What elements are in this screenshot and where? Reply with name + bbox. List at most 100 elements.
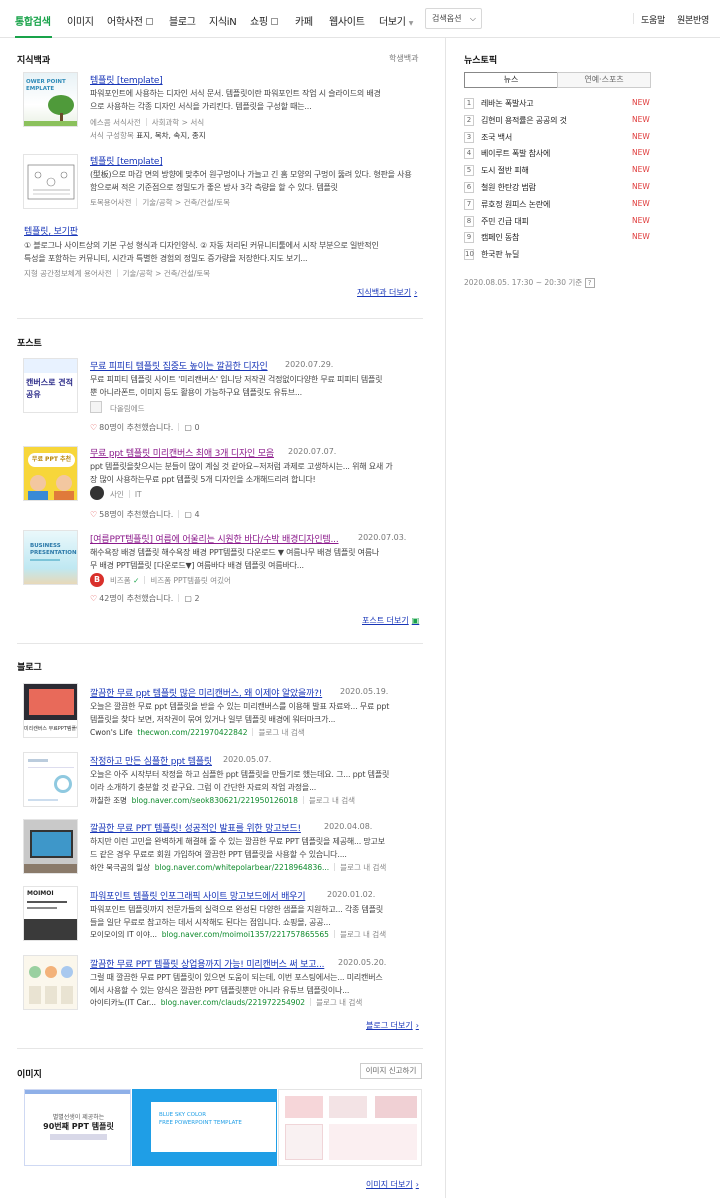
blog-thumbnail[interactable] bbox=[23, 955, 78, 1010]
blog-title-link[interactable]: 깔끔한 무료 PPT 템플릿! 성공적인 발표를 위한 망고보드! bbox=[90, 821, 301, 834]
tab-website[interactable]: 웹사이트 bbox=[329, 13, 365, 28]
blog-more-link[interactable]: 블로그 더보기 › bbox=[366, 1020, 419, 1031]
author-name[interactable]: 사인 bbox=[110, 490, 124, 499]
tab-entertainment-sports[interactable]: 연예·스포츠 bbox=[557, 72, 651, 88]
blog-thumbnail[interactable]: MOIMOI bbox=[23, 886, 78, 941]
tab-label: 카페 bbox=[295, 17, 313, 28]
blog-url[interactable]: blog.naver.com/seok830621/221950126018 bbox=[132, 796, 298, 805]
blog-name[interactable]: 하얀 북극곰의 일상 bbox=[90, 863, 150, 872]
post-title-link[interactable]: 무료 ppt 템플릿 미리캔버스 최애 3개 디자인 모음 bbox=[90, 446, 274, 459]
topic-text[interactable]: 조국 백서 bbox=[481, 132, 512, 143]
author-tag[interactable]: 비즈폼 PPT템플릿 여깄어 bbox=[150, 576, 231, 585]
result-source: 토목용어사전 기술/공학 > 건축/건설/토목 bbox=[90, 197, 230, 208]
post-likes[interactable]: ♡ 58명이 추천했습니다. ▢ 4 bbox=[90, 509, 200, 520]
blog-name[interactable]: Cwon's Life bbox=[90, 728, 133, 737]
source-name[interactable]: 토목용어사전 bbox=[90, 198, 131, 207]
tab-news[interactable]: 뉴스 bbox=[464, 72, 558, 88]
search-options-button[interactable]: 검색옵션 ⌵ bbox=[425, 8, 482, 29]
tab-more[interactable]: 더보기 ▼ bbox=[379, 13, 413, 28]
in-blog-search-link[interactable]: 블로그 내 검색 bbox=[340, 863, 386, 872]
topic-text[interactable]: 캠페인 동참 bbox=[481, 232, 519, 243]
help-question-icon[interactable]: ? bbox=[584, 278, 595, 288]
blog-name[interactable]: 까칠한 조명 bbox=[90, 796, 127, 805]
images-more-link[interactable]: 이미지 더보기 › bbox=[366, 1179, 419, 1190]
title-main: 템플릿 bbox=[24, 227, 49, 237]
tab-cafe[interactable]: 카페 bbox=[295, 13, 313, 28]
author-avatar[interactable]: B bbox=[90, 573, 104, 587]
source-name[interactable]: 지형 공간정보체계 용어사전 bbox=[24, 269, 112, 278]
news-topic-item[interactable]: 10 한국판 뉴딜 bbox=[464, 248, 654, 262]
in-blog-search-link[interactable]: 블로그 내 검색 bbox=[309, 796, 355, 805]
post-likes[interactable]: ♡ 80명이 추천했습니다. ▢ 0 bbox=[90, 422, 200, 433]
result-thumbnail[interactable]: OWER POINT EMPLATE bbox=[23, 72, 78, 127]
news-topic-item[interactable]: 9 캠페인 동참 NEW bbox=[464, 231, 654, 245]
blog-url[interactable]: thecwon.com/221970422842 bbox=[137, 728, 247, 737]
blog-url[interactable]: blog.naver.com/moimoi1357/221757865565 bbox=[162, 930, 329, 939]
encyclopedia-more-link[interactable]: 지식백과 더보기 › bbox=[357, 287, 417, 298]
blog-name[interactable]: 모이모이의 IT 이야... bbox=[90, 930, 157, 939]
help-link[interactable]: 도움말 bbox=[641, 13, 665, 26]
blog-thumbnail[interactable] bbox=[23, 752, 78, 807]
blog-thumbnail[interactable]: 미리캔버스 무료PPT템플릿 bbox=[23, 683, 78, 738]
news-topic-item[interactable]: 7 류호정 원피스 논란에 NEW bbox=[464, 198, 654, 212]
news-topic-item[interactable]: 6 철원 한탄강 범람 NEW bbox=[464, 181, 654, 195]
news-topic-item[interactable]: 1 레바논 폭발사고 NEW bbox=[464, 97, 654, 111]
category-path[interactable]: 사회과학 > 서식 bbox=[152, 118, 204, 127]
post-author[interactable]: 다올림에드 bbox=[110, 403, 145, 414]
topic-text[interactable]: 철원 한탄강 범람 bbox=[481, 182, 536, 193]
post-thumbnail[interactable]: BUSINESS PRESENTATION bbox=[23, 530, 78, 585]
post-more-link[interactable]: 포스트 더보기 ▣ bbox=[362, 615, 419, 626]
result-title-link[interactable]: 템플릿 [template] bbox=[90, 73, 163, 86]
blog-thumbnail[interactable] bbox=[23, 819, 78, 874]
tab-dictionary[interactable]: 어학사전 bbox=[107, 13, 153, 28]
blog-url[interactable]: blog.naver.com/whitepolarbear/2218964836… bbox=[155, 863, 329, 872]
category-path[interactable]: 기술/공학 > 건축/건설/토목 bbox=[123, 269, 211, 278]
report-image-button[interactable]: 이미지 신고하기 bbox=[360, 1063, 422, 1079]
in-blog-search-link[interactable]: 블로그 내 검색 bbox=[316, 998, 362, 1007]
topic-text[interactable]: 주민 긴급 대피 bbox=[481, 216, 529, 227]
student-encyclopedia-link[interactable]: 학생백과 bbox=[389, 53, 418, 64]
blog-title-link[interactable]: 작정하고 만든 심플한 ppt 템플릿 bbox=[90, 754, 212, 767]
news-topic-item[interactable]: 3 조국 백서 NEW bbox=[464, 131, 654, 145]
tab-images[interactable]: 이미지 bbox=[67, 13, 94, 28]
in-blog-search-link[interactable]: 블로그 내 검색 bbox=[258, 728, 304, 737]
image-result[interactable]: BLUE SKY COLOR FREE POWERPOINT TEMPLATE bbox=[132, 1089, 277, 1166]
image-result[interactable]: 별별선생이 제공하는 90번째 PPT 템플릿 bbox=[24, 1089, 131, 1166]
topic-text[interactable]: 김현미 용적률은 공공의 것 bbox=[481, 115, 567, 126]
blog-description: 파워포인트 템플릿까지 전문가들의 실력으로 완성된 다양한 샘플을 지원하고.… bbox=[90, 903, 420, 929]
tab-blog[interactable]: 블로그 bbox=[169, 13, 196, 28]
blog-title-link[interactable]: 깔끔한 무료 ppt 템플릿 많은 미리캔버스, 왜 이제야 알았을까?! bbox=[90, 686, 322, 699]
post-thumbnail[interactable]: 캔버스로 견적 공유 bbox=[23, 358, 78, 413]
author-name[interactable]: 비즈폼 bbox=[110, 576, 131, 585]
post-title-link[interactable]: 무료 피피티 템플릿 집중도 높이는 깔끔한 디자인 bbox=[90, 359, 268, 372]
news-topic-item[interactable]: 8 주민 긴급 대피 NEW bbox=[464, 215, 654, 229]
topic-text[interactable]: 류호정 원피스 논란에 bbox=[481, 199, 550, 210]
topic-text[interactable]: 베이루트 폭발 참사에 bbox=[481, 148, 550, 159]
in-blog-search-link[interactable]: 블로그 내 검색 bbox=[340, 930, 386, 939]
news-topic-item[interactable]: 2 김현미 용적률은 공공의 것 NEW bbox=[464, 114, 654, 128]
topic-text[interactable]: 한국판 뉴딜 bbox=[481, 249, 519, 260]
result-thumbnail[interactable] bbox=[23, 154, 78, 209]
post-likes[interactable]: ♡ 42명이 추천했습니다. ▢ 2 bbox=[90, 593, 200, 604]
author-avatar[interactable] bbox=[90, 486, 104, 500]
news-topic-item[interactable]: 4 베이루트 폭발 참사에 NEW bbox=[464, 147, 654, 161]
blog-url[interactable]: blog.naver.com/clauds/221972254902 bbox=[161, 998, 305, 1007]
topic-text[interactable]: 도시 절반 피해 bbox=[481, 165, 529, 176]
result-title-link[interactable]: 템플릿 [template] bbox=[90, 154, 163, 167]
original-reflect-link[interactable]: 원본반영 bbox=[677, 13, 709, 26]
blog-title-link[interactable]: 파워포인트 템플릿 인포그래픽 사이트 망고보드에서 배우기 bbox=[90, 889, 306, 902]
image-result[interactable] bbox=[278, 1089, 422, 1166]
blog-title-link[interactable]: 깔끔한 무료 PPT 템플릿 상업용까지 가능! 미리캔버스 써 보고... bbox=[90, 957, 324, 970]
result-title-link[interactable]: 템플릿, 보기판 bbox=[24, 224, 78, 237]
post-thumbnail[interactable]: 무료 PPT 추천 bbox=[23, 446, 78, 501]
source-name[interactable]: 에스콤 서식사전 bbox=[90, 118, 141, 127]
author-avatar[interactable] bbox=[90, 401, 102, 413]
topic-text[interactable]: 레바논 폭발사고 bbox=[481, 98, 534, 109]
post-title-link[interactable]: [여름PPT템플릿] 여름에 어울리는 시원한 바다/수박 배경디자인템... bbox=[90, 532, 339, 545]
blog-name[interactable]: 아이티카노(IT Car... bbox=[90, 998, 156, 1007]
tab-kin[interactable]: 지식iN bbox=[209, 13, 237, 28]
tab-shopping[interactable]: 쇼핑 bbox=[250, 13, 278, 28]
news-topic-item[interactable]: 5 도시 절반 피해 NEW bbox=[464, 164, 654, 178]
category-path[interactable]: 기술/공학 > 건축/건설/토목 bbox=[142, 198, 230, 207]
tab-integrated-search[interactable]: 통합검색 bbox=[15, 13, 51, 28]
